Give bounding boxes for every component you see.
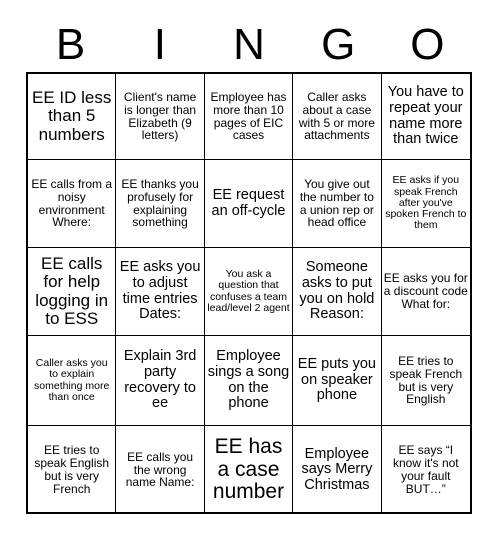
bingo-header-letter-b: B <box>55 20 86 69</box>
bingo-cell-label: Client's name is longer than Elizabeth (… <box>123 89 197 143</box>
bingo-cell-r1-c5[interactable]: You have to repeat your name more than t… <box>381 74 470 160</box>
bingo-cell-label: EE says “I know it's not your fault BUT…… <box>392 443 459 496</box>
bingo-grid: EE ID less than 5 numbers Client's name i… <box>26 72 472 514</box>
bingo-cell-label: EE has a case number <box>212 434 285 504</box>
bingo-cell-label: EE tries to speak French but is very Eng… <box>389 353 463 407</box>
bingo-cell-r1-c3[interactable]: Employee has more than 10 pages of EIC c… <box>204 74 294 160</box>
bingo-cell-label: EE asks if you speak French after you've… <box>385 174 467 232</box>
bingo-cell-label: Caller asks you to explain something mor… <box>34 356 110 403</box>
bingo-cell-label: Employee sings a song on the phone <box>207 348 290 412</box>
bingo-cell-label: Caller asks about a case with 5 or more … <box>298 89 375 143</box>
bingo-cell-r3-c2[interactable]: EE asks you to adjust time entries Dates… <box>116 248 205 336</box>
bingo-cell-r5-c5[interactable]: EE says “I know it's not your fault BUT…… <box>382 426 470 514</box>
bingo-cell-r1-c2[interactable]: Client's name is longer than Elizabeth (… <box>116 74 205 160</box>
bingo-cell-r3-c4[interactable]: Someone asks to put you on hold Reason: <box>293 248 382 336</box>
bingo-cell-r3-c1[interactable]: EE calls for help logging in to ESS <box>28 248 117 336</box>
bingo-cell-r4-c2[interactable]: Explain 3rd party recovery to ee <box>116 336 205 426</box>
bingo-cell-r2-c5[interactable]: EE asks if you speak French after you've… <box>381 160 470 248</box>
bingo-cell-r1-c1[interactable]: EE ID less than 5 numbers <box>28 74 117 160</box>
bingo-cell-label: EE thanks you profusely for explaining s… <box>121 176 199 230</box>
bingo-cell-r3-c3[interactable]: You ask a question that confuses a team … <box>204 248 294 336</box>
bingo-header: B I N G O <box>26 18 472 72</box>
bingo-cell-label: EE calls for help logging in to ESS <box>35 253 109 328</box>
bingo-cell-r2-c4[interactable]: You give out the number to a union rep o… <box>293 160 382 248</box>
bingo-header-letter-o: O <box>410 20 445 69</box>
bingo-cell-label: EE tries to speak English but is very Fr… <box>34 443 110 496</box>
bingo-cell-r2-c2[interactable]: EE thanks you profusely for explaining s… <box>116 160 205 248</box>
bingo-cell-label: EE puts you on speaker phone <box>297 356 376 404</box>
bingo-cell-label: You have to repeat your name more than t… <box>387 84 464 148</box>
bingo-cell-label: EE calls you the wrong name Name: <box>125 449 195 490</box>
bingo-cell-r5-c3[interactable]: EE has a case number <box>205 426 294 514</box>
bingo-cell-label: EE asks you to adjust time entries Dates… <box>119 259 201 323</box>
bingo-cell-r1-c4[interactable]: Caller asks about a case with 5 or more … <box>293 74 382 160</box>
bingo-cell-r4-c5[interactable]: EE tries to speak French but is very Eng… <box>381 336 470 426</box>
bingo-cell-label: You ask a question that confuses a team … <box>207 267 290 314</box>
bingo-cell-label: Explain 3rd party recovery to ee <box>123 348 197 412</box>
bingo-cell-label: Employee says Merry Christmas <box>301 445 373 493</box>
bingo-cell-r3-c5[interactable]: EE asks you for a discount code What for… <box>381 248 470 336</box>
bingo-cell-label: You give out the number to a union rep o… <box>299 176 374 230</box>
bingo-cell-r4-c4[interactable]: EE puts you on speaker phone <box>293 336 382 426</box>
bingo-cell-label: EE calls from a noisy environment Where: <box>31 176 113 230</box>
bingo-header-letter-i: I <box>153 20 166 69</box>
bingo-cell-r5-c4[interactable]: Employee says Merry Christmas <box>293 426 382 514</box>
bingo-header-letter-g: G <box>321 20 356 69</box>
bingo-cell-label: EE request an off-cycle <box>211 186 286 219</box>
bingo-cell-label: EE ID less than 5 numbers <box>32 87 112 144</box>
bingo-cell-r2-c1[interactable]: EE calls from a noisy environment Where: <box>28 160 117 248</box>
bingo-card: B I N G O EE ID less than 5 numbers Clien… <box>0 0 500 544</box>
bingo-cell-label: Someone asks to put you on hold Reason: <box>299 259 375 323</box>
bingo-cell-r2-c3[interactable]: EE request an off-cycle <box>204 160 294 248</box>
bingo-cell-label: Employee has more than 10 pages of EIC c… <box>210 89 287 143</box>
bingo-cell-r4-c1[interactable]: Caller asks you to explain something mor… <box>28 336 117 426</box>
bingo-cell-r5-c2[interactable]: EE calls you the wrong name Name: <box>116 426 205 514</box>
bingo-header-letter-n: N <box>233 20 265 69</box>
bingo-cell-label: EE asks you for a discount code What for… <box>383 271 468 311</box>
bingo-cell-r4-c3[interactable]: Employee sings a song on the phone <box>204 336 294 426</box>
bingo-cell-r5-c1[interactable]: EE tries to speak English but is very Fr… <box>28 426 117 514</box>
